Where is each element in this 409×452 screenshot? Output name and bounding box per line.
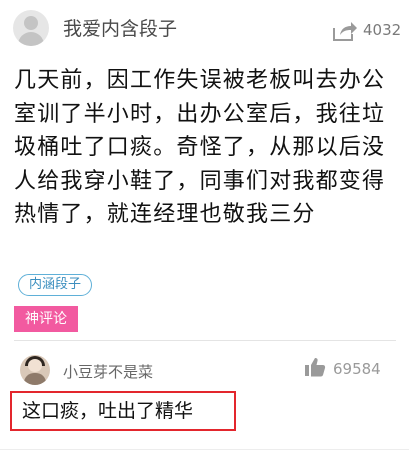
thumb-up-icon[interactable] (304, 357, 326, 377)
avatar-face-shape (28, 359, 42, 372)
divider (14, 340, 396, 341)
avatar-body-shape (24, 373, 46, 385)
share-icon[interactable] (332, 20, 358, 42)
post-content: 几天前，因工作失误被老板叫去办公室训了半小时，出办公室后，我往垃圾桶吐了口痰。奇… (14, 68, 386, 227)
god-comment-badge: 神评论 (14, 306, 78, 332)
category-tag[interactable]: 内涵段子 (18, 274, 93, 296)
avatar-body-shape (18, 32, 44, 46)
author-name[interactable]: 我爱内含段子 (63, 14, 177, 41)
comment-text: 这口痰，吐出了精华 (10, 391, 236, 431)
commenter-name[interactable]: 小豆芽不是菜 (63, 361, 153, 382)
like-count: 69584 (333, 360, 381, 378)
bottom-border (0, 449, 409, 450)
commenter-avatar[interactable] (20, 355, 50, 385)
share-count: 4032 (363, 21, 402, 39)
author-avatar[interactable] (13, 10, 49, 46)
post-header: 我爱内含段子 4032 (0, 0, 409, 56)
avatar-head-shape (24, 16, 38, 30)
